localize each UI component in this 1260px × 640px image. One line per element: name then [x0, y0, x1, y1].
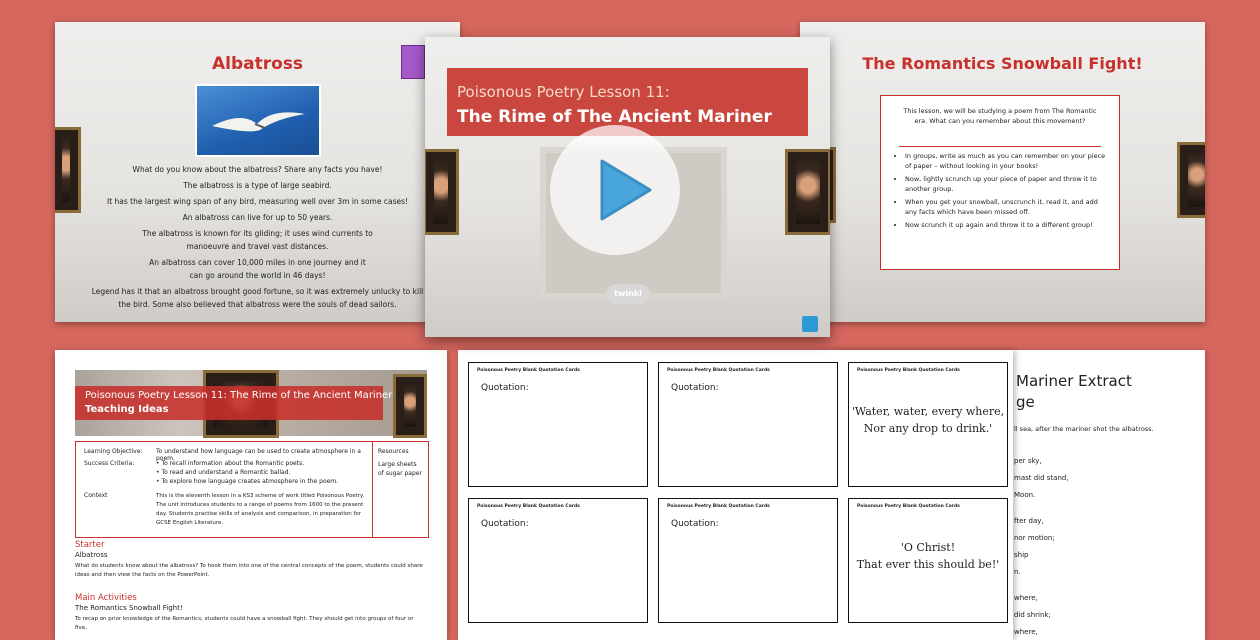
poem-line: mast did stand,	[1014, 474, 1069, 482]
quote-line: 'Water, water, every where,	[851, 405, 1005, 418]
portrait-frame	[785, 149, 830, 235]
instructions-list: In groups, write as much as you can reme…	[889, 148, 1109, 230]
fact-line: What do you know about the albatross? Sh…	[132, 165, 383, 174]
doc-title-banner: Poisonous Poetry Lesson 11: The Rime of …	[75, 386, 392, 420]
fact-line: The albatross is a type of large seabird…	[183, 181, 332, 190]
list-item: In groups, write as much as you can reme…	[905, 151, 1109, 171]
fact-line: An albatross can cover 10,000 miles in o…	[149, 258, 366, 267]
portrait-frame	[425, 149, 459, 235]
lesson-title: The Rime of The Ancient Mariner	[457, 107, 772, 127]
card-header: Poisonous Poetry Blank Quotation Cards	[857, 368, 960, 373]
context-label: Context	[84, 492, 108, 499]
main-heading: Main Activities	[75, 593, 137, 603]
card-header: Poisonous Poetry Blank Quotation Cards	[667, 504, 770, 509]
quote-line: Nor any drop to drink.'	[863, 422, 993, 435]
play-icon	[600, 159, 652, 221]
poem-line: per sky,	[1014, 457, 1042, 465]
intro-text: This lesson, we will be studying a poem …	[903, 107, 1097, 125]
twinkl-logo: twinkl	[606, 284, 650, 304]
albatross-facts: What do you know about the albatross? Sh…	[55, 163, 460, 311]
extract-intro: ll sea, after the mariner shot the albat…	[1014, 425, 1154, 433]
extract-title: Mariner Extract	[1016, 372, 1132, 390]
slide-title: Albatross	[211, 54, 304, 74]
quotation-label: Quotation:	[481, 519, 529, 529]
card-header: Poisonous Poetry Blank Quotation Cards	[477, 368, 580, 373]
objective-label: Learning Objective:	[84, 448, 143, 455]
bird-icon	[212, 112, 305, 132]
list-item: Now, lightly scrunch up your piece of pa…	[905, 174, 1109, 194]
corner-badge-icon	[802, 316, 818, 332]
main-subheading: The Romantics Snowball Fight!	[75, 604, 183, 612]
slide-icon	[401, 45, 425, 79]
lesson-info-table: Learning Objective: To understand how la…	[75, 441, 429, 538]
resources-text: Large sheets of sugar paper	[378, 461, 422, 477]
poem-lines: per sky, mast did stand, Moon. fter day,…	[1014, 453, 1069, 640]
poem-line: ship	[1014, 551, 1029, 559]
fact-line: manoeuvre and travel vast distances.	[186, 242, 329, 251]
fact-line: An albatross can live for up to 50 years…	[182, 213, 333, 222]
poem-line: fter day,	[1014, 517, 1044, 525]
portrait-frame	[1177, 142, 1205, 218]
quotation-card[interactable]: Poisonous Poetry Blank Quotation Cards Q…	[468, 362, 648, 487]
slide-albatross[interactable]: Albatross What do you know about the alb…	[55, 22, 460, 322]
poem-line: n.	[1014, 568, 1021, 576]
extract-title-line2: ge	[1016, 393, 1035, 411]
fact-line: Legend has it that an albatross brought …	[91, 287, 424, 296]
quotation-card[interactable]: Poisonous Poetry Blank Quotation Cards '…	[848, 498, 1008, 623]
lesson-subtitle: Poisonous Poetry Lesson 11:	[457, 83, 670, 101]
quotation-label: Quotation:	[671, 383, 719, 393]
poem-line: where,	[1014, 594, 1038, 602]
fact-line: can go around the world in 46 days!	[189, 271, 326, 280]
starter-heading: Starter	[75, 540, 105, 550]
instructions-box: This lesson, we will be studying a poem …	[880, 95, 1120, 270]
success-item: • To explore how language creates atmosp…	[156, 478, 339, 485]
play-button[interactable]	[550, 125, 680, 255]
quotation-cards-sheet[interactable]: Poisonous Poetry Blank Quotation Cards Q…	[458, 350, 1013, 640]
quote-text: 'Water, water, every where, Nor any drop…	[849, 403, 1007, 437]
starter-text: What do students know about the albatros…	[75, 563, 423, 578]
card-header: Poisonous Poetry Blank Quotation Cards	[667, 368, 770, 373]
card-header: Poisonous Poetry Blank Quotation Cards	[477, 504, 580, 509]
teaching-ideas-document[interactable]: Poisonous Poetry Lesson 11: The Rime of …	[55, 350, 447, 640]
quotation-card[interactable]: Poisonous Poetry Blank Quotation Cards Q…	[468, 498, 648, 623]
starter-subheading: Albatross	[75, 551, 108, 559]
poem-line: Moon.	[1014, 491, 1036, 499]
card-header: Poisonous Poetry Blank Quotation Cards	[857, 504, 960, 509]
slide-snowball-fight[interactable]: The Romantics Snowball Fight! This lesso…	[800, 22, 1205, 322]
quote-text: 'O Christ! That ever this should be!'	[849, 539, 1007, 573]
slide-title-video[interactable]: Poisonous Poetry Lesson 11: The Rime of …	[425, 37, 830, 337]
poem-line: nor motion;	[1014, 534, 1055, 542]
resources-label: Resources	[378, 448, 409, 455]
context-text: This is the eleventh lesson in a KS3 sch…	[156, 493, 365, 526]
slide-title: The Romantics Snowball Fight!	[862, 54, 1143, 73]
list-item: Now scrunch it up again and throw it to …	[905, 220, 1109, 230]
fact-line: It has the largest wing span of any bird…	[106, 197, 409, 206]
poem-line: where,	[1014, 628, 1038, 636]
list-item: When you get your snowball, unscrunch it…	[905, 197, 1109, 217]
quotation-card[interactable]: Poisonous Poetry Blank Quotation Cards '…	[848, 362, 1008, 487]
portrait-frame	[393, 374, 427, 438]
albatross-photo	[195, 84, 321, 157]
quotation-label: Quotation:	[671, 519, 719, 529]
doc-title: Poisonous Poetry Lesson 11: The Rime of …	[85, 390, 393, 401]
quotation-label: Quotation:	[481, 383, 529, 393]
doc-subtitle: Teaching Ideas	[85, 404, 169, 415]
poem-line: did shrink;	[1014, 611, 1051, 619]
success-label: Success Criteria:	[84, 460, 135, 467]
fact-line: The albatross is known for its gliding; …	[142, 229, 373, 238]
fact-line: the bird. Some also believed that albatr…	[118, 300, 397, 309]
table-divider	[372, 442, 373, 537]
success-item: • To read and understand a Romantic ball…	[156, 469, 291, 476]
success-item: • To recall information about the Romant…	[156, 460, 305, 467]
quotation-card[interactable]: Poisonous Poetry Blank Quotation Cards Q…	[658, 498, 838, 623]
main-text: To recap on prior knowledge of the Roman…	[75, 616, 414, 631]
quote-line: That ever this should be!'	[856, 558, 1000, 571]
quote-line: 'O Christ!	[900, 541, 956, 554]
divider	[899, 146, 1101, 147]
quotation-card[interactable]: Poisonous Poetry Blank Quotation Cards Q…	[658, 362, 838, 487]
